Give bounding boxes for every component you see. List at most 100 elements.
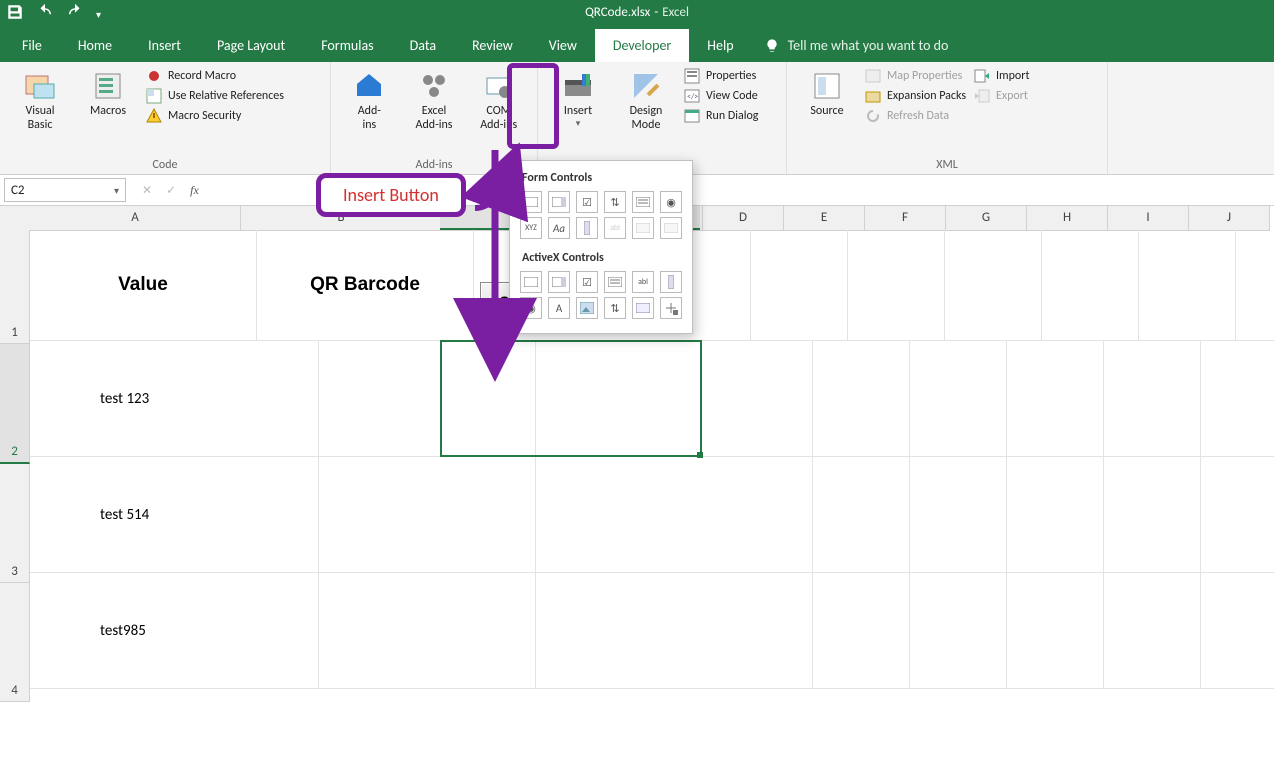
qat-customize-icon[interactable]: ▾ <box>96 8 101 21</box>
form-combo-control[interactable] <box>632 217 654 239</box>
col-header-D[interactable]: D <box>703 206 784 230</box>
row-header-3[interactable]: 3 <box>0 464 30 583</box>
ax-spinner-control[interactable]: ⇅ <box>604 297 626 319</box>
form-dialog-control[interactable] <box>660 217 682 239</box>
refresh-data-button[interactable]: Refresh Data <box>865 108 966 124</box>
tab-insert[interactable]: Insert <box>130 29 199 62</box>
form-spinner-control[interactable]: ⇅ <box>604 191 626 213</box>
name-box[interactable]: C2 ▾ <box>4 178 126 202</box>
tellme-search[interactable]: Tell me what you want to do <box>752 29 961 62</box>
ax-commandbutton-control[interactable] <box>520 271 542 293</box>
form-radio-control[interactable]: ◉ <box>660 191 682 213</box>
col-header-A[interactable]: A <box>30 206 241 230</box>
form-button-control[interactable] <box>520 191 542 213</box>
cell-B1[interactable]: QR Barcode <box>257 230 474 340</box>
save-icon[interactable] <box>6 3 24 25</box>
cell-D3[interactable] <box>813 457 910 572</box>
design-mode-button[interactable]: Design Mode <box>616 68 676 134</box>
cell-C3[interactable] <box>536 457 813 572</box>
cell-A3[interactable]: test 514 <box>30 457 319 572</box>
name-box-dropdown-icon[interactable]: ▾ <box>114 184 119 197</box>
cancel-formula-icon[interactable]: ✕ <box>142 183 152 198</box>
ax-radio-control[interactable]: ◉ <box>520 297 542 319</box>
ax-image-control[interactable] <box>576 297 598 319</box>
view-code-button[interactable]: </> View Code <box>684 88 758 104</box>
cell-H4[interactable] <box>1201 573 1274 688</box>
import-button[interactable]: Import <box>974 68 1029 84</box>
cell-G3[interactable] <box>1104 457 1201 572</box>
tab-review[interactable]: Review <box>454 29 531 62</box>
col-header-E[interactable]: E <box>784 206 865 230</box>
col-header-G[interactable]: G <box>946 206 1027 230</box>
cell-E4[interactable] <box>910 573 1007 688</box>
ax-more-control[interactable] <box>660 297 682 319</box>
cell-H1[interactable] <box>1139 230 1236 340</box>
col-header-F[interactable]: F <box>865 206 946 230</box>
record-macro-button[interactable]: Record Macro <box>146 68 284 84</box>
fx-icon[interactable]: fx <box>190 183 199 198</box>
accept-formula-icon[interactable]: ✓ <box>166 183 176 198</box>
cell-G4[interactable] <box>1104 573 1201 688</box>
tab-help[interactable]: Help <box>689 29 751 62</box>
cell-D1[interactable] <box>751 230 848 340</box>
cell-F2[interactable] <box>1007 341 1104 456</box>
map-properties-button[interactable]: Map Properties <box>865 68 966 84</box>
cell-H3[interactable] <box>1201 457 1274 572</box>
cell-B2[interactable] <box>319 341 536 456</box>
tab-data[interactable]: Data <box>392 29 454 62</box>
cell-B3[interactable] <box>319 457 536 572</box>
expansion-packs-button[interactable]: Expansion Packs <box>865 88 966 104</box>
addins-button[interactable]: Add- ins <box>341 68 398 134</box>
cell-E2[interactable] <box>910 341 1007 456</box>
select-all-triangle[interactable] <box>0 206 31 231</box>
cell-H2[interactable] <box>1201 341 1274 456</box>
form-groupbox-control[interactable]: XYZ <box>520 217 542 239</box>
cell-C2[interactable] <box>536 341 813 456</box>
cell-I1[interactable] <box>1236 230 1274 340</box>
row-header-4[interactable]: 4 <box>0 583 30 702</box>
run-dialog-button[interactable]: Run Dialog <box>684 108 758 124</box>
cell-F1[interactable] <box>945 230 1042 340</box>
tab-developer[interactable]: Developer <box>595 29 689 62</box>
form-scrollbar-control[interactable] <box>576 217 598 239</box>
form-textfield-control[interactable]: abl <box>604 217 626 239</box>
cell-B4[interactable] <box>319 573 536 688</box>
row-header-1[interactable]: 1 <box>0 230 30 344</box>
xml-source-button[interactable]: Source <box>797 68 857 120</box>
tab-formulas[interactable]: Formulas <box>303 29 391 62</box>
tab-file[interactable]: File <box>4 29 60 62</box>
excel-addins-button[interactable]: Excel Add-ins <box>406 68 463 134</box>
visual-basic-button[interactable]: Visual Basic <box>10 68 70 134</box>
ax-combobox-control[interactable] <box>548 271 570 293</box>
macros-button[interactable]: Macros <box>78 68 138 120</box>
cell-F4[interactable] <box>1007 573 1104 688</box>
redo-icon[interactable] <box>66 3 84 25</box>
ax-listbox-control[interactable] <box>604 271 626 293</box>
ax-label-control[interactable]: A <box>548 297 570 319</box>
com-addins-button[interactable]: COM Add-ins <box>470 68 527 134</box>
cell-A2[interactable]: test 123 <box>30 341 319 456</box>
cell-E3[interactable] <box>910 457 1007 572</box>
ax-checkbox-control[interactable]: ☑ <box>576 271 598 293</box>
ax-scrollbar-control[interactable] <box>660 271 682 293</box>
relative-references-button[interactable]: Use Relative References <box>146 88 284 104</box>
cell-D2[interactable] <box>813 341 910 456</box>
ax-textbox-control[interactable]: abl <box>632 271 654 293</box>
undo-icon[interactable] <box>36 3 54 25</box>
cell-E1[interactable] <box>848 230 945 340</box>
export-button[interactable]: Export <box>974 88 1029 104</box>
insert-control-button[interactable]: Insert ▾ <box>548 68 608 131</box>
col-header-J[interactable]: J <box>1189 206 1270 230</box>
properties-button[interactable]: Properties <box>684 68 758 84</box>
tab-view[interactable]: View <box>531 29 595 62</box>
cell-A4[interactable]: test985 <box>30 573 319 688</box>
form-checkbox-control[interactable]: ☑ <box>576 191 598 213</box>
tab-home[interactable]: Home <box>60 29 130 62</box>
form-listbox-control[interactable] <box>632 191 654 213</box>
fill-handle[interactable] <box>697 452 703 458</box>
col-header-I[interactable]: I <box>1108 206 1189 230</box>
macro-security-button[interactable]: Macro Security <box>146 108 284 124</box>
cell-D4[interactable] <box>813 573 910 688</box>
cell-G1[interactable] <box>1042 230 1139 340</box>
ax-toggle-control[interactable] <box>632 297 654 319</box>
